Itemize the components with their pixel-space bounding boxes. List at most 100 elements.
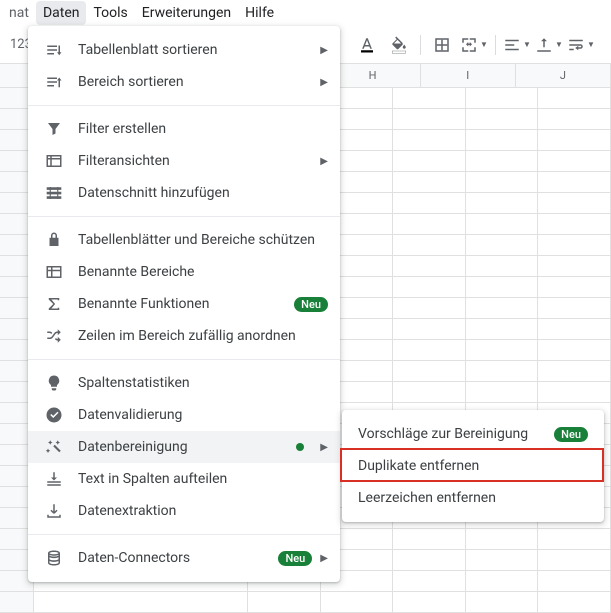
borders-button[interactable] [427, 31, 457, 59]
cell[interactable] [538, 109, 611, 129]
menu-item-sigma[interactable]: Benannte FunktionenNeu [28, 288, 340, 320]
menu-item-label: Filter erstellen [78, 121, 328, 137]
cell[interactable] [538, 151, 611, 171]
cell[interactable] [466, 235, 539, 255]
cell[interactable] [466, 151, 539, 171]
cell[interactable] [393, 571, 466, 591]
cell[interactable] [466, 592, 539, 612]
cell[interactable] [466, 340, 539, 360]
cell[interactable] [393, 193, 466, 213]
menu-hilfe[interactable]: Hilfe [238, 1, 281, 25]
cell[interactable] [393, 361, 466, 381]
cell[interactable] [466, 571, 539, 591]
cell[interactable] [393, 172, 466, 192]
cell[interactable] [538, 319, 611, 339]
cell[interactable] [393, 130, 466, 150]
cell[interactable] [393, 382, 466, 402]
cell[interactable] [538, 298, 611, 318]
submenu-arrow-icon: ▶ [320, 77, 328, 88]
cell[interactable] [393, 529, 466, 549]
menu-item-sort-sheet[interactable]: Tabellenblatt sortieren▶ [28, 34, 340, 66]
cell[interactable] [538, 193, 611, 213]
cell[interactable] [538, 235, 611, 255]
menu-item-database[interactable]: Daten-ConnectorsNeu▶ [28, 542, 340, 574]
cell[interactable] [393, 592, 466, 612]
cell[interactable] [393, 340, 466, 360]
cell[interactable] [466, 529, 539, 549]
menu-tools[interactable]: Tools [86, 1, 134, 25]
cell[interactable] [393, 256, 466, 276]
menu-item-split[interactable]: Text in Spalten aufteilen [28, 463, 340, 495]
cell[interactable] [466, 256, 539, 276]
cell[interactable] [393, 235, 466, 255]
cell[interactable] [538, 88, 611, 108]
cell[interactable] [538, 277, 611, 297]
cell[interactable] [466, 193, 539, 213]
text-color-button[interactable] [352, 31, 382, 59]
menu-item-check-circle[interactable]: Datenvalidierung [28, 399, 340, 431]
menu-daten[interactable]: Daten [36, 1, 87, 25]
cell[interactable] [466, 298, 539, 318]
menu-item-filter-views[interactable]: Filteransichten▶ [28, 145, 340, 177]
cell[interactable] [466, 130, 539, 150]
cell[interactable] [538, 340, 611, 360]
submenu-item[interactable]: Leerzeichen entfernen [342, 482, 604, 514]
menu-erweiterungen[interactable]: Erweiterungen [135, 1, 238, 25]
h-align-button[interactable]: ▼ [502, 31, 532, 59]
menu-item-named-range[interactable]: Benannte Bereiche [28, 256, 340, 288]
check-circle-icon [44, 405, 64, 425]
cell[interactable] [466, 361, 539, 381]
cell[interactable] [393, 214, 466, 234]
cell[interactable] [538, 550, 611, 570]
v-align-button[interactable]: ▼ [534, 31, 564, 59]
cell[interactable] [538, 172, 611, 192]
wrap-button[interactable]: ▼ [566, 31, 596, 59]
cell[interactable] [538, 256, 611, 276]
merge-cells-button[interactable]: ▼ [459, 31, 489, 59]
submenu-item[interactable]: Duplikate entfernen [342, 450, 604, 482]
cell[interactable] [34, 592, 248, 612]
menu-item-label: Text in Spalten aufteilen [78, 471, 328, 487]
menu-separator [28, 216, 340, 217]
menu-item-slicer[interactable]: Datenschnitt hinzufügen [28, 177, 340, 209]
menu-item-label: Filteransichten [78, 153, 312, 169]
cell[interactable] [538, 571, 611, 591]
menu-item-extract[interactable]: Datenextraktion [28, 495, 340, 527]
fill-color-button[interactable] [384, 31, 414, 59]
menu-item-wand[interactable]: Datenbereinigung▶ [28, 431, 340, 463]
cell[interactable] [466, 382, 539, 402]
cell[interactable] [466, 88, 539, 108]
toolbar-separator [495, 35, 496, 55]
shuffle-icon [44, 326, 64, 346]
cell[interactable] [393, 109, 466, 129]
menu-item-funnel[interactable]: Filter erstellen [28, 113, 340, 145]
column-header[interactable]: J [516, 64, 611, 87]
cell[interactable] [538, 130, 611, 150]
cell[interactable] [393, 298, 466, 318]
cell[interactable] [393, 88, 466, 108]
cell[interactable] [393, 550, 466, 570]
cell[interactable] [466, 214, 539, 234]
cell[interactable] [466, 109, 539, 129]
cell[interactable] [466, 319, 539, 339]
cell[interactable] [538, 214, 611, 234]
cell[interactable] [466, 550, 539, 570]
cell[interactable] [248, 592, 321, 612]
column-header[interactable]: I [421, 64, 516, 87]
cell[interactable] [393, 151, 466, 171]
cell[interactable] [466, 172, 539, 192]
cell[interactable] [321, 592, 394, 612]
cell[interactable] [466, 277, 539, 297]
cell[interactable] [538, 361, 611, 381]
cell[interactable] [538, 592, 611, 612]
cell[interactable] [393, 319, 466, 339]
cell[interactable] [538, 529, 611, 549]
menu-item-bulb[interactable]: Spaltenstatistiken [28, 367, 340, 399]
daten-menu: Tabellenblatt sortieren▶Bereich sortiere… [28, 26, 340, 582]
menu-item-sort-range[interactable]: Bereich sortieren▶ [28, 66, 340, 98]
cell[interactable] [393, 277, 466, 297]
submenu-item[interactable]: Vorschläge zur BereinigungNeu [342, 418, 604, 450]
menu-item-shuffle[interactable]: Zeilen im Bereich zufällig anordnen [28, 320, 340, 352]
menu-item-lock[interactable]: Tabellenblätter und Bereiche schützen [28, 224, 340, 256]
cell[interactable] [538, 382, 611, 402]
